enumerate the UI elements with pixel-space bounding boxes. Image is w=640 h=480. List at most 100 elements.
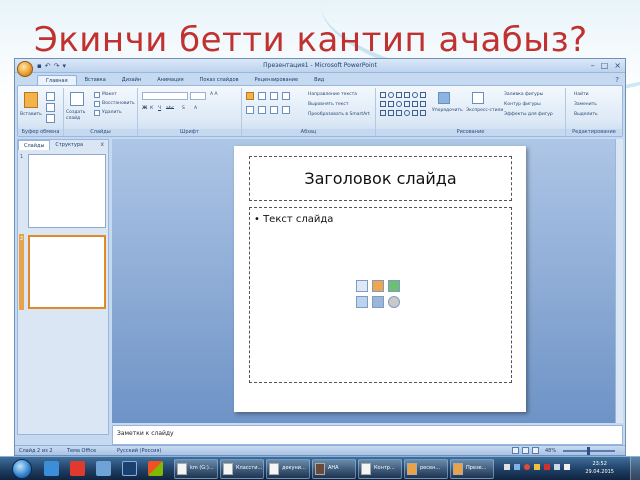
format-painter-icon[interactable]	[46, 114, 55, 123]
layout-button[interactable]: Макет	[102, 92, 117, 98]
taskbar-button-3[interactable]: декуни...	[266, 459, 310, 479]
shape-outline-button[interactable]: Контур фигуры	[504, 102, 541, 108]
quick-styles-icon[interactable]	[472, 92, 484, 104]
font-name-field[interactable]	[142, 92, 188, 100]
slide-thumbnail-1[interactable]	[28, 154, 106, 228]
underline-button[interactable]: Ч	[158, 106, 161, 112]
indent-increase-icon[interactable]	[282, 92, 290, 100]
paste-icon[interactable]	[24, 92, 38, 108]
media-player-icon[interactable]	[96, 461, 111, 476]
taskbar-button-1[interactable]: km (G:)...	[174, 459, 218, 479]
slide-canvas[interactable]: Заголовок слайда • Текст слайда	[234, 146, 526, 412]
tab-view[interactable]: Вид	[306, 75, 332, 85]
yandex-icon[interactable]	[70, 461, 85, 476]
show-desktop-button[interactable]	[630, 457, 640, 480]
arrange-button[interactable]: Упорядочить	[432, 108, 463, 114]
font-color-button[interactable]: A	[194, 106, 197, 112]
tray-flag-icon[interactable]	[534, 464, 540, 470]
replace-button[interactable]: Заменить	[574, 102, 597, 108]
new-slide-label[interactable]: Создать слайд	[66, 110, 90, 122]
window-thumb-icon	[269, 463, 279, 475]
paste-label[interactable]: Вставить	[20, 112, 42, 118]
copy-icon[interactable]	[46, 103, 55, 112]
insert-clipart-icon[interactable]	[372, 296, 384, 308]
slideshow-view-button[interactable]	[532, 447, 539, 454]
sorter-view-button[interactable]	[522, 447, 529, 454]
smartart-button[interactable]: Преобразовать в SmartArt	[308, 112, 370, 118]
align-left-icon[interactable]	[246, 106, 254, 114]
content-placeholder[interactable]: • Текст слайда	[249, 207, 512, 383]
help-icon[interactable]: ?	[615, 75, 619, 85]
new-slide-icon[interactable]	[70, 92, 84, 106]
text-direction-button[interactable]: Направление текста	[308, 92, 357, 98]
taskbar-button-7[interactable]: Презе...	[450, 459, 494, 479]
shape-effects-button[interactable]: Эффекты для фигур	[504, 112, 553, 118]
zoom-slider-thumb[interactable]	[587, 447, 590, 455]
tab-insert[interactable]: Вставка	[77, 75, 114, 85]
slide-thumbnail-2[interactable]	[28, 235, 106, 309]
indent-decrease-icon[interactable]	[270, 92, 278, 100]
tab-home[interactable]: Главная	[37, 75, 77, 85]
shadow-button[interactable]: S	[182, 106, 185, 112]
language-indicator[interactable]: Русский (Россия)	[117, 447, 161, 455]
insert-picture-icon[interactable]	[356, 296, 368, 308]
bullets-icon[interactable]	[246, 92, 254, 100]
quick-styles-button[interactable]: Экспресс-стили	[466, 108, 503, 114]
numbering-icon[interactable]	[258, 92, 266, 100]
find-button[interactable]: Найти	[574, 92, 589, 98]
tab-review[interactable]: Рецензирование	[247, 75, 307, 85]
delete-icon[interactable]	[94, 110, 100, 116]
close-button[interactable]: ×	[614, 60, 621, 71]
taskbar-button-6[interactable]: ресен...	[404, 459, 448, 479]
notes-pane[interactable]: Заметки к слайду	[112, 425, 623, 445]
taskbar-clock[interactable]: 23:52 29.04.2015	[585, 460, 614, 476]
tab-slideshow[interactable]: Показ слайдов	[192, 75, 247, 85]
font-size-buttons[interactable]: A A	[210, 92, 218, 98]
tab-design[interactable]: Дизайн	[114, 75, 149, 85]
layout-icon[interactable]	[94, 92, 100, 98]
minimize-button[interactable]: –	[591, 60, 595, 71]
maximize-button[interactable]: □	[601, 60, 609, 71]
taskbar-button-4[interactable]: АНА	[312, 459, 356, 479]
explorer-icon[interactable]	[44, 461, 59, 476]
vertical-scrollbar[interactable]	[615, 139, 623, 423]
shape-fill-button[interactable]: Заливка фигуры	[504, 92, 543, 98]
tab-slides[interactable]: Слайды	[18, 140, 51, 150]
insert-table-icon[interactable]	[356, 280, 368, 292]
align-right-icon[interactable]	[270, 106, 278, 114]
italic-button[interactable]: К	[150, 106, 153, 112]
tray-network-icon[interactable]	[514, 464, 520, 470]
pane-close-button[interactable]: x	[100, 140, 104, 149]
align-center-icon[interactable]	[258, 106, 266, 114]
title-placeholder[interactable]: Заголовок слайда	[249, 156, 512, 201]
tab-outline[interactable]: Структура	[50, 140, 88, 150]
taskbar-button-2[interactable]: Классти...	[220, 459, 264, 479]
tray-volume-icon[interactable]	[554, 464, 560, 470]
insert-chart-icon[interactable]	[372, 280, 384, 292]
arrange-icon[interactable]	[438, 92, 450, 104]
justify-icon[interactable]	[282, 106, 290, 114]
office-button[interactable]	[17, 61, 33, 77]
tray-keyboard-icon[interactable]	[504, 464, 510, 470]
delete-button[interactable]: Удалить	[102, 110, 122, 116]
cut-icon[interactable]	[46, 92, 55, 101]
insert-media-icon[interactable]	[388, 296, 400, 308]
taskbar-button-5[interactable]: Контр...	[358, 459, 402, 479]
align-text-button[interactable]: Выровнять текст	[308, 102, 348, 108]
reset-button[interactable]: Восстановить	[102, 101, 135, 107]
insert-smartart-icon[interactable]	[388, 280, 400, 292]
tray-power-icon[interactable]	[564, 464, 570, 470]
photoshop-icon[interactable]	[122, 461, 137, 476]
window-thumb-icon	[315, 463, 325, 475]
font-size-field[interactable]	[190, 92, 206, 100]
strikethrough-button[interactable]: abc	[166, 106, 174, 112]
normal-view-button[interactable]	[512, 447, 519, 454]
tab-animation[interactable]: Анимация	[149, 75, 191, 85]
select-button[interactable]: Выделить	[574, 112, 598, 118]
tray-alert-icon[interactable]	[544, 464, 550, 470]
start-button[interactable]	[12, 459, 32, 479]
tray-antivirus-icon[interactable]	[524, 464, 530, 470]
bold-button[interactable]: Ж	[142, 106, 148, 112]
windows-logo-icon[interactable]	[148, 461, 163, 476]
reset-icon[interactable]	[94, 101, 100, 107]
